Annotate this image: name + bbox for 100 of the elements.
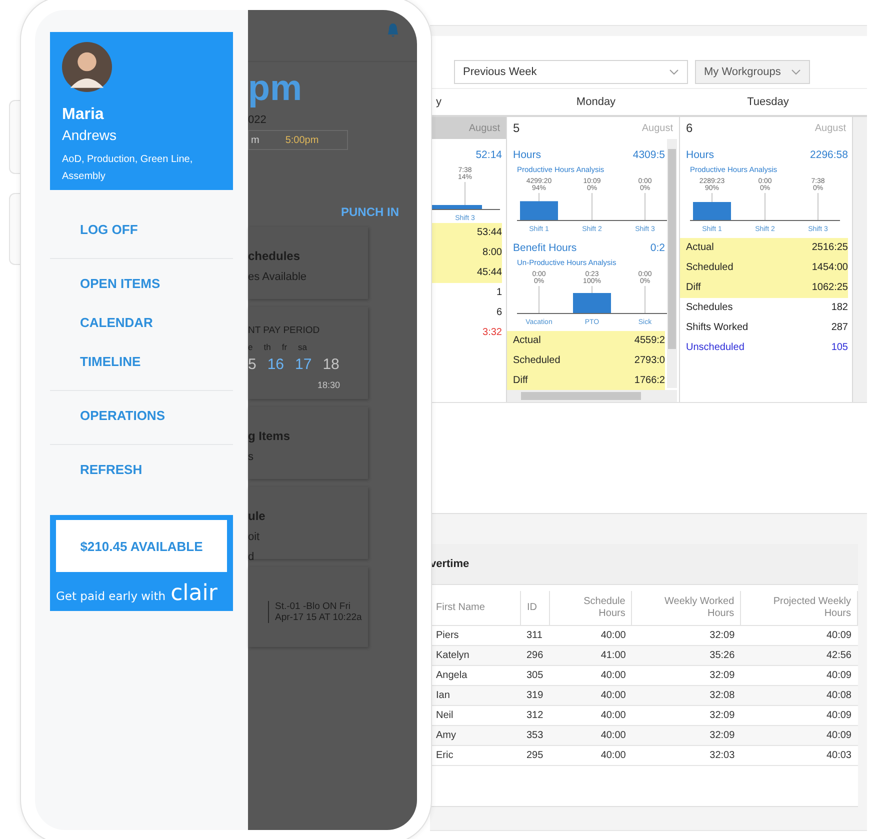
stat-value: 287	[831, 321, 848, 335]
total-value: 1766:2	[634, 374, 665, 388]
hours-label: Hours	[686, 148, 714, 163]
filter-dropdown[interactable]: Previous Week	[454, 60, 688, 84]
chart-bar	[520, 201, 558, 220]
clock-time: pm	[248, 68, 303, 108]
card-title: g Items	[248, 429, 292, 443]
menu-item[interactable]: OPERATIONS	[50, 396, 233, 435]
chevron-icon	[790, 69, 801, 75]
brand-logo: clair	[170, 583, 218, 605]
table-cell: 296	[520, 646, 550, 666]
calendar-date[interactable]: 17	[295, 356, 312, 373]
card-title: NT PAY PERIOD	[248, 325, 321, 336]
message-text: St.-01 -Blo ON Fri	[275, 601, 352, 612]
total-value: 8:00	[482, 246, 502, 260]
table-cell: 42:56	[740, 646, 858, 666]
tick-line	[538, 286, 540, 314]
hours-value: 52:14	[476, 148, 502, 163]
table-cell: Katelyn	[430, 646, 520, 666]
card-text: oit	[248, 531, 261, 543]
table-cell: 32:03	[632, 746, 741, 766]
available-button[interactable]: $210.45 AVAILABLE	[56, 520, 227, 572]
menu-item[interactable]: LOG OFF	[50, 210, 233, 249]
total-value: 1454:00	[812, 261, 848, 275]
total-label: Scheduled	[686, 261, 734, 275]
table-cell: 40:08	[740, 686, 858, 706]
hours-value: 4309:5	[632, 148, 665, 163]
punch-in-link[interactable]: PUNCH IN	[340, 205, 399, 219]
total-value: 53:44	[476, 226, 502, 240]
weekday-label: th	[264, 342, 271, 352]
menu-item[interactable]: OPEN ITEMS	[50, 264, 233, 303]
vertical-scrollbar[interactable]	[667, 139, 677, 388]
card-title: chedules	[248, 249, 302, 263]
tick-line	[644, 286, 646, 314]
menu-item[interactable]: TIMELINE	[50, 342, 233, 381]
table-cell: 32:09	[632, 726, 741, 746]
avatar-icon	[62, 42, 112, 92]
table-cell: Eric	[430, 746, 520, 766]
horizontal-scrollbar[interactable]	[507, 390, 677, 402]
table-cell: 40:00	[549, 746, 632, 766]
table-cell: 319	[520, 686, 550, 706]
day-cell-header[interactable]: August	[430, 117, 506, 139]
total-label: Actual	[513, 334, 541, 348]
table-cell: 40:00	[549, 726, 632, 746]
calendar-date[interactable]: 18	[322, 356, 340, 373]
column-header[interactable]: Weekly Worked Hours	[632, 591, 741, 626]
card-note: 18:30	[316, 380, 341, 390]
card-text: es Available	[248, 271, 308, 283]
card-text: s	[248, 451, 254, 463]
weekday-label: e	[248, 342, 253, 352]
stat-value: 6	[496, 306, 502, 320]
column-header[interactable]: ID	[520, 591, 550, 626]
profile-last-name: Andrews	[62, 127, 118, 143]
stat-value: 105	[831, 341, 848, 355]
menu-item[interactable]: CALENDAR	[50, 303, 233, 342]
stat-label: Shifts Worked	[686, 321, 748, 335]
message-text: Apr-17 15 AT 10:22a	[275, 612, 363, 623]
hours-value: 2296:58	[810, 148, 848, 163]
shift-start: m	[251, 134, 260, 146]
table-cell: 41:00	[549, 646, 632, 666]
table-cell: Amy	[430, 726, 520, 746]
total-value: 2516:25	[812, 241, 848, 255]
stat-value: 1	[496, 286, 502, 300]
total-value: 2793:0	[634, 354, 665, 368]
table-cell: 295	[520, 746, 550, 766]
stat-value: 182	[831, 301, 848, 315]
day-header: y	[435, 96, 442, 108]
bell-icon[interactable]	[385, 22, 401, 39]
column-header[interactable]: First Name	[430, 591, 520, 626]
table-cell: 40:00	[549, 686, 632, 706]
shift-end: 5:00pm	[285, 134, 319, 146]
day-cell-header[interactable]: 5 August	[507, 117, 679, 139]
chart-bar	[573, 293, 611, 313]
total-label: Diff	[513, 374, 528, 388]
total-label: Diff	[686, 281, 701, 295]
chevron-icon	[669, 69, 679, 75]
day-cell-header[interactable]: 6 August	[680, 117, 852, 139]
clock-date: 022	[248, 114, 268, 126]
calendar-date[interactable]: 5	[248, 356, 256, 373]
benefit-value: 0:2	[650, 241, 665, 256]
calendar-date[interactable]: 16	[267, 356, 284, 373]
stat-label: Schedules	[686, 301, 733, 315]
stat-label: Unscheduled	[686, 341, 744, 355]
column-header[interactable]: Projected Weekly Hours	[740, 591, 858, 626]
table-cell: 32:08	[632, 686, 741, 706]
hours-label: Hours	[513, 148, 542, 163]
column-header[interactable]: Schedule Hours	[549, 591, 632, 626]
day-header: Monday	[575, 96, 617, 108]
filter-dropdown[interactable]: My Workgroups	[695, 60, 810, 84]
table-cell: Ian	[430, 686, 520, 706]
profile-assignment: AoD, Production, Green Line, Assembly	[62, 153, 194, 184]
chart-bar	[693, 202, 731, 220]
pay-tagline: Get paid early with	[56, 589, 166, 603]
table-cell: 40:03	[740, 746, 858, 766]
tick-line	[764, 192, 766, 222]
total-label: Scheduled	[513, 354, 560, 368]
tick-line	[644, 192, 646, 222]
card-title: ule	[248, 509, 266, 523]
menu-item[interactable]: REFRESH	[50, 450, 233, 489]
table-cell: 35:26	[632, 646, 741, 666]
